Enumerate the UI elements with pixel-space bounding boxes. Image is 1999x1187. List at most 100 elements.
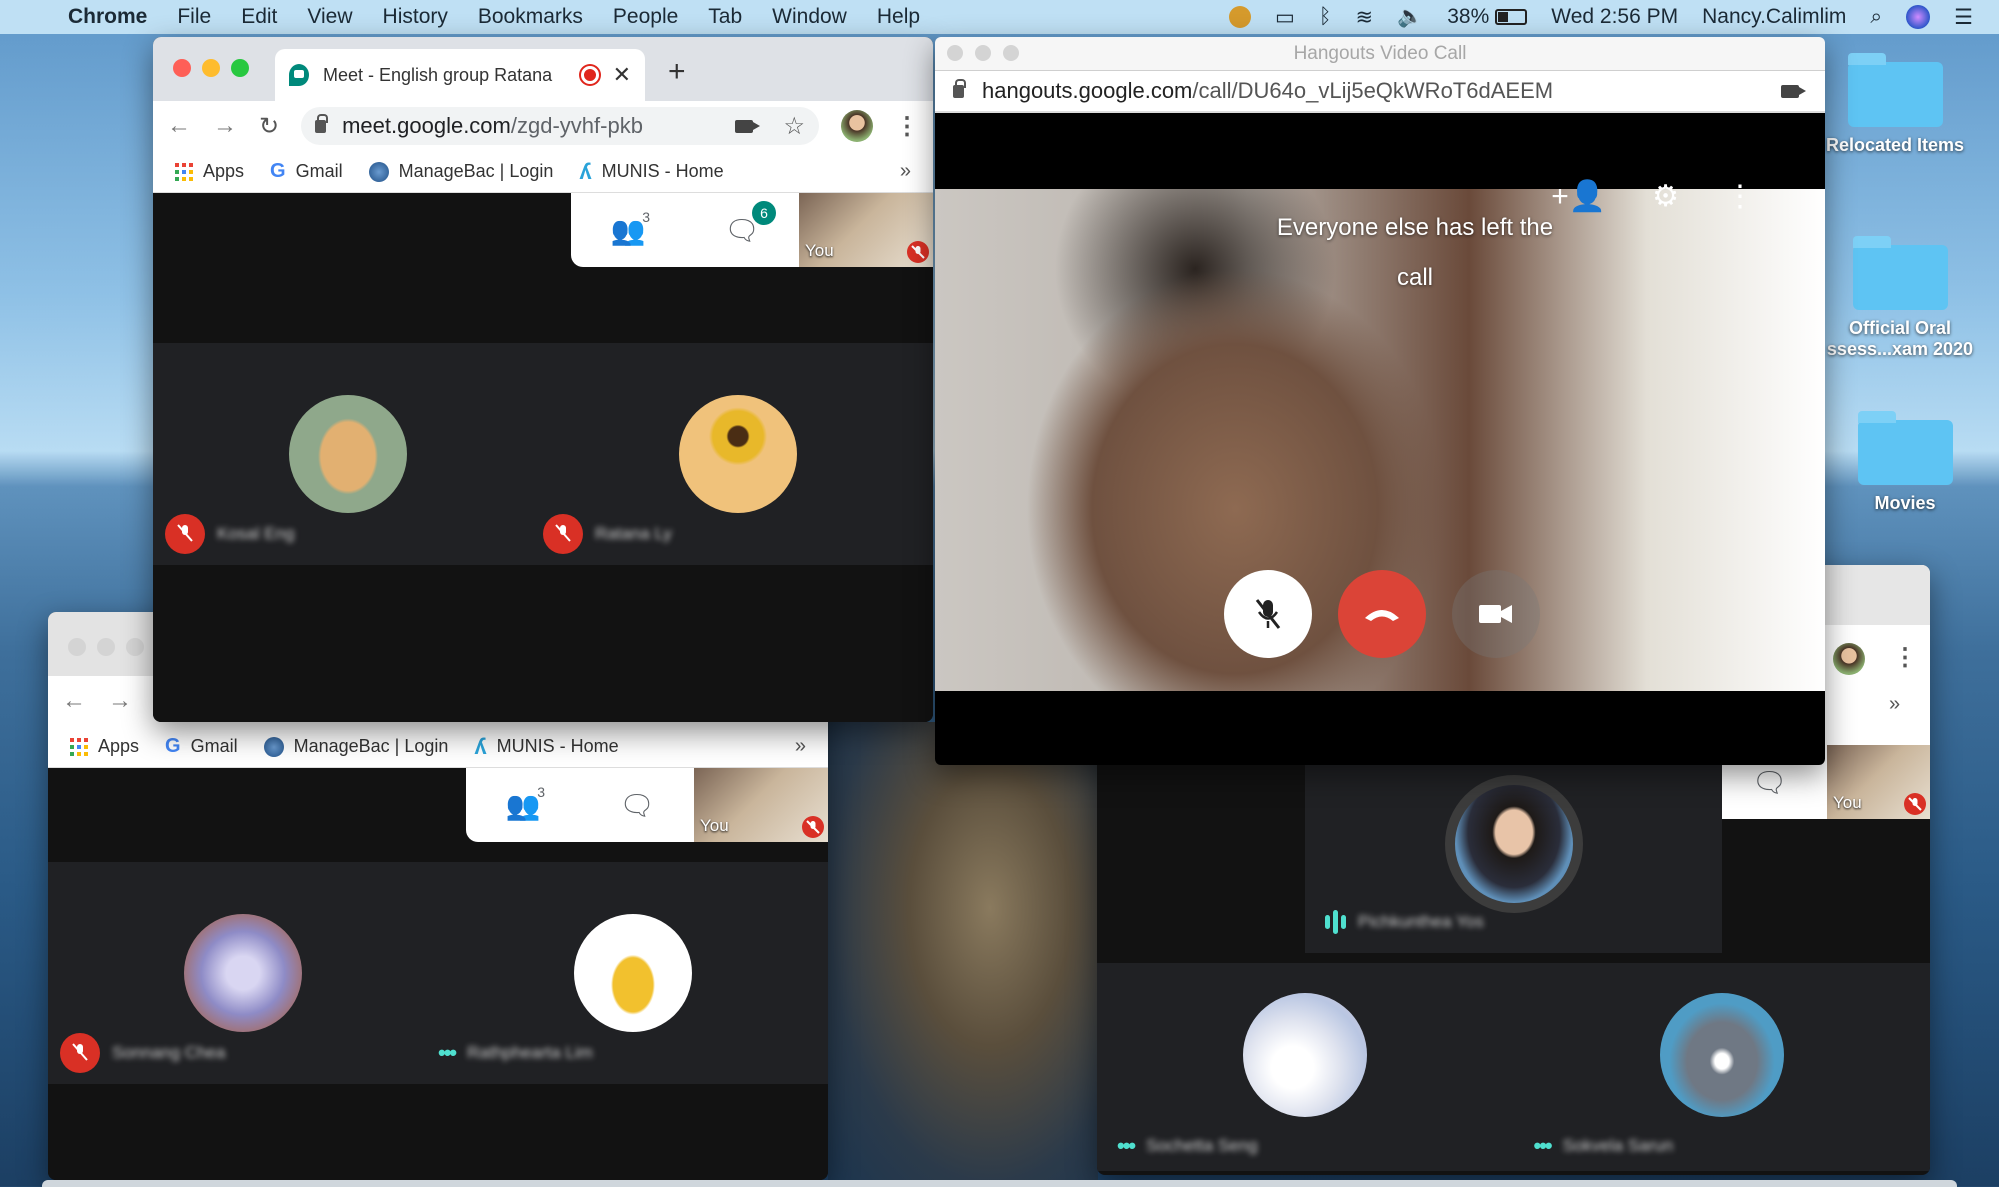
back-icon[interactable]: ← [167,112,191,140]
more-menu-icon[interactable]: ⋮ [895,112,919,141]
bookmark-label: Gmail [190,736,238,756]
bookmark-munis[interactable]: ʎ MUNIS - Home [474,734,618,760]
menu-bar: Chrome File Edit View History Bookmarks … [0,0,1999,34]
participant-tile[interactable]: Kosal Eng [153,343,543,565]
notification-center-icon[interactable]: ☰ [1954,5,1973,30]
people-count: 3 [642,209,650,225]
bookmark-star-icon[interactable]: ☆ [783,112,805,141]
end-call-button[interactable] [1338,570,1426,658]
menu-window[interactable]: Window [772,5,847,29]
menu-tab[interactable]: Tab [708,5,742,29]
user-name[interactable]: Nancy.Calimlim [1702,5,1846,29]
participant-tile[interactable]: ••• Sokvela Sarun [1514,963,1931,1171]
close-tab-icon[interactable]: ✕ [613,62,631,88]
chat-icon[interactable]: 🗨 6 [722,201,776,247]
bookmarks-overflow-icon[interactable]: » [900,160,911,183]
menu-history[interactable]: History [383,5,448,29]
chat-icon[interactable]: 🗨 [617,788,657,822]
participant-tile[interactable]: Sonnang Chea [48,862,438,1084]
menu-edit[interactable]: Edit [241,5,277,29]
self-view-tile[interactable]: You [799,193,933,267]
url-path: /call/DU64o_vLij5eQkWRoT6dAEEM [1192,78,1554,103]
self-view-label: You [700,816,729,835]
meet-controls-pill: 👥 3 🗨 [466,768,694,842]
address-bar[interactable]: meet.google.com/zgd-yvhf-pkb ☆ [301,107,819,145]
meet-window-2-body: 👥 3 🗨 You Sonnang Chea ••• Rathphearta L… [48,768,828,1180]
minimize-window-button[interactable] [97,638,115,656]
zoom-window-button[interactable] [1003,45,1019,61]
back-icon[interactable]: ← [62,687,86,715]
close-window-button[interactable] [68,638,86,656]
close-window-button[interactable] [947,45,963,61]
airplay-icon[interactable]: ▭ [1275,5,1295,30]
participant-name: Rathphearta Lim [467,1043,593,1062]
battery-status[interactable]: 38% [1447,5,1528,29]
zoom-window-button[interactable] [126,638,144,656]
forward-icon[interactable]: → [108,687,132,715]
volume-icon[interactable]: 🔈 [1397,5,1423,29]
desktop-icon-label: Official Oral [1848,318,1952,338]
siri-icon[interactable] [1906,5,1931,29]
managebac-icon [368,161,389,182]
mute-microphone-button[interactable] [1224,570,1312,658]
profile-avatar[interactable] [1833,643,1865,675]
bookmark-munis[interactable]: ʎ MUNIS - Home [579,159,723,185]
munis-icon: ʎ [474,733,487,759]
bluetooth-icon[interactable]: ᛒ [1319,5,1332,29]
bookmark-apps[interactable]: Apps [70,736,139,757]
spotlight-search-icon[interactable]: ⌕ [1870,5,1882,29]
new-tab-button[interactable]: + [668,55,686,89]
bookmarks-overflow-icon[interactable]: » [1889,693,1900,716]
participant-tile[interactable]: ••• Rathphearta Lim [438,862,828,1084]
desktop-folder-movies[interactable]: Movies [1820,411,1990,514]
bookmark-managebac[interactable]: ManageBac | Login [263,736,448,757]
menu-app-name[interactable]: Chrome [68,5,147,29]
people-icon[interactable]: 👥 3 [503,784,545,822]
mic-off-icon [907,241,929,263]
desktop-folder-relocated-items[interactable]: Relocated Items [1810,53,1980,156]
menu-view[interactable]: View [307,5,352,29]
meet-window-1-grid: Kosal Eng Ratana Ly [153,343,933,565]
lock-icon [315,113,329,133]
menu-help[interactable]: Help [877,5,920,29]
desktop-icon-label: Movies [1874,493,1936,513]
participant-name: Sochetta Seng [1146,1136,1258,1155]
close-window-button[interactable] [173,59,191,77]
night-shift-icon[interactable] [1229,6,1252,28]
bookmark-managebac[interactable]: ManageBac | Login [368,161,553,182]
camera-in-use-icon[interactable] [1781,84,1806,98]
bookmarks-overflow-icon[interactable]: » [795,735,806,758]
participant-tile[interactable]: Pichkunthea Yos [1305,765,1722,953]
participant-tile[interactable]: ••• Sochetta Seng [1097,963,1514,1171]
minimize-window-button[interactable] [202,59,220,77]
connecting-dots-icon: ••• [438,1040,457,1065]
meet-favicon-icon [289,64,309,86]
bookmark-gmail[interactable]: G Gmail [165,735,238,758]
profile-avatar[interactable] [841,110,873,142]
folder-icon [1857,411,1953,485]
participant-tile[interactable]: Ratana Ly [543,343,933,565]
minimize-window-button[interactable] [975,45,991,61]
window-controls [173,59,249,77]
desktop-folder-official-oral[interactable]: Official Oral ssess...xam 2020 [1815,236,1985,360]
toggle-camera-button[interactable] [1452,570,1540,658]
self-view-tile[interactable]: You [694,768,828,842]
wifi-icon[interactable]: ≋ [1355,5,1373,30]
menu-bookmarks[interactable]: Bookmarks [478,5,583,29]
zoom-window-button[interactable] [231,59,249,77]
bookmark-apps[interactable]: Apps [175,161,244,182]
people-icon[interactable]: 👥 3 [608,209,650,247]
browser-tab-meet[interactable]: Meet - English group Ratana ✕ [275,49,645,101]
url-host: meet.google.com [342,113,511,138]
menu-people[interactable]: People [613,5,678,29]
menu-file[interactable]: File [177,5,211,29]
camera-in-use-icon[interactable] [735,119,761,133]
reload-icon[interactable]: ↻ [259,112,279,141]
call-controls [1224,570,1540,658]
more-menu-icon[interactable]: ⋮ [1893,643,1917,672]
hangouts-url-bar[interactable]: hangouts.google.com/call/DU64o_vLij5eQkW… [935,71,1825,113]
bookmark-gmail[interactable]: G Gmail [270,160,343,183]
clock[interactable]: Wed 2:56 PM [1551,5,1678,29]
participant-name-row: Pichkunthea Yos [1325,903,1484,941]
forward-icon[interactable]: → [213,112,237,140]
